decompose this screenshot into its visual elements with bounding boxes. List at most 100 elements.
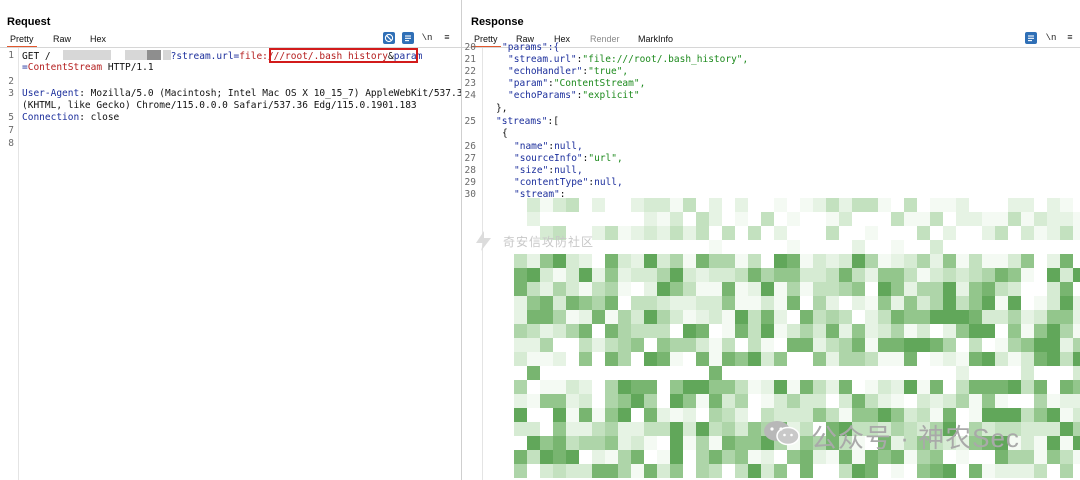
mosaic-cell bbox=[696, 310, 709, 324]
menu-icon[interactable]: ≡ bbox=[1064, 32, 1076, 44]
mosaic-cell bbox=[995, 464, 1008, 478]
mosaic-cell bbox=[1034, 464, 1047, 478]
mosaic-cell bbox=[696, 282, 709, 296]
mosaic-cell bbox=[748, 226, 761, 240]
mosaic-cell bbox=[1008, 380, 1021, 394]
mosaic-cell bbox=[839, 268, 852, 282]
json-value: "file:///root/.bash_history", bbox=[582, 54, 749, 65]
mosaic-cell bbox=[956, 268, 969, 282]
mosaic-cell bbox=[670, 296, 683, 310]
mosaic-cell bbox=[670, 282, 683, 296]
mosaic-cell bbox=[696, 464, 709, 478]
json-line: "param":"ContentStream", bbox=[508, 78, 646, 89]
mosaic-cell bbox=[618, 324, 631, 338]
mosaic-cell bbox=[553, 198, 566, 212]
mosaic-cell bbox=[1073, 212, 1080, 226]
mosaic-cell bbox=[787, 296, 800, 310]
list-icon[interactable] bbox=[1025, 32, 1037, 44]
mosaic-cell bbox=[644, 394, 657, 408]
mosaic-cell bbox=[1008, 310, 1021, 324]
mosaic-cell bbox=[995, 296, 1008, 310]
tab-raw[interactable]: Raw bbox=[53, 33, 71, 45]
mosaic-cell bbox=[683, 436, 696, 450]
newline-toggle[interactable]: \n bbox=[1045, 32, 1057, 44]
mosaic-cell bbox=[943, 324, 956, 338]
mosaic-cell bbox=[865, 296, 878, 310]
mosaic-cell bbox=[1008, 212, 1021, 226]
mosaic-cell bbox=[748, 464, 761, 478]
mosaic-cell bbox=[644, 408, 657, 422]
mosaic-cell bbox=[917, 296, 930, 310]
mosaic-cell bbox=[644, 226, 657, 240]
mosaic-cell bbox=[1008, 464, 1021, 478]
mosaic-cell bbox=[826, 296, 839, 310]
mosaic-cell bbox=[514, 338, 527, 352]
mosaic-cell bbox=[631, 268, 644, 282]
mosaic-cell bbox=[787, 254, 800, 268]
mosaic-cell bbox=[579, 408, 592, 422]
mosaic-cell bbox=[800, 198, 813, 212]
mosaic-cell bbox=[1021, 338, 1034, 352]
account-watermark: 公众号 · 神农Sec bbox=[811, 423, 1020, 453]
list-icon[interactable] bbox=[402, 32, 414, 44]
line-number: 1 bbox=[8, 50, 14, 61]
mosaic-cell bbox=[709, 254, 722, 268]
mosaic-cell bbox=[527, 198, 540, 212]
mosaic-cell bbox=[514, 464, 527, 478]
mosaic-cell bbox=[748, 436, 761, 450]
mosaic-cell bbox=[540, 310, 553, 324]
mosaic-cell bbox=[982, 310, 995, 324]
mosaic-cell bbox=[1008, 296, 1021, 310]
mosaic-cell bbox=[1021, 268, 1034, 282]
mosaic-cell bbox=[995, 254, 1008, 268]
tab-hex[interactable]: Hex bbox=[90, 33, 106, 45]
mosaic-cell bbox=[956, 366, 969, 380]
mosaic-cell bbox=[670, 352, 683, 366]
mosaic-cell bbox=[878, 198, 891, 212]
mosaic-cell bbox=[566, 324, 579, 338]
redacted-block bbox=[146, 50, 161, 60]
mosaic-cell bbox=[813, 282, 826, 296]
mosaic-cell bbox=[761, 464, 774, 478]
mosaic-cell bbox=[540, 436, 553, 450]
mosaic-cell bbox=[930, 296, 943, 310]
mosaic-cell bbox=[1047, 296, 1060, 310]
mosaic-cell bbox=[865, 254, 878, 268]
mosaic-cell bbox=[774, 394, 787, 408]
mosaic-cell bbox=[1034, 352, 1047, 366]
mosaic-cell bbox=[605, 268, 618, 282]
mosaic-cell bbox=[982, 268, 995, 282]
mosaic-cell bbox=[527, 394, 540, 408]
tab-render[interactable]: Render bbox=[590, 33, 620, 45]
json-value: null, bbox=[554, 141, 583, 152]
mosaic-cell bbox=[1021, 366, 1034, 380]
menu-icon[interactable]: ≡ bbox=[441, 32, 453, 44]
mosaic-cell bbox=[709, 212, 722, 226]
mosaic-cell bbox=[579, 310, 592, 324]
mosaic-cell bbox=[618, 464, 631, 478]
tab-markinfo[interactable]: MarkInfo bbox=[638, 33, 673, 45]
mosaic-cell bbox=[930, 198, 943, 212]
no-wrap-icon[interactable] bbox=[383, 32, 395, 44]
mosaic-cell bbox=[969, 296, 982, 310]
mosaic-cell bbox=[1047, 338, 1060, 352]
tab-pretty[interactable]: Pretty bbox=[7, 33, 36, 48]
mosaic-cell bbox=[904, 380, 917, 394]
mosaic-cell bbox=[566, 310, 579, 324]
mosaic-cell bbox=[852, 254, 865, 268]
tab-pretty[interactable]: Pretty bbox=[471, 33, 500, 48]
redacted-block bbox=[98, 50, 111, 60]
mosaic-cell bbox=[566, 268, 579, 282]
mosaic-cell bbox=[1034, 212, 1047, 226]
mosaic-cell bbox=[618, 450, 631, 464]
mosaic-cell bbox=[527, 296, 540, 310]
mosaic-cell bbox=[605, 464, 618, 478]
mosaic-cell bbox=[1073, 352, 1080, 366]
mosaic-cell bbox=[1021, 352, 1034, 366]
mosaic-cell bbox=[540, 324, 553, 338]
json-key: "sourceInfo" bbox=[514, 153, 583, 164]
mosaic-cell bbox=[657, 296, 670, 310]
newline-toggle[interactable]: \n bbox=[421, 32, 433, 44]
mosaic-cell bbox=[1047, 268, 1060, 282]
mosaic-cell bbox=[683, 268, 696, 282]
